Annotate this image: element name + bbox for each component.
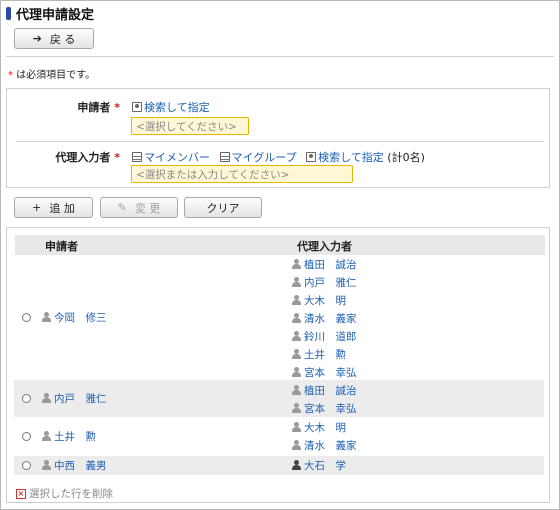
proxy-cell: 清水 義家 [292, 311, 357, 326]
proxy-cell: 土井 勲 [292, 347, 346, 362]
header-applicant: 申請者 [45, 240, 78, 253]
page-header: 代理申請設定 [6, 4, 95, 23]
row-select-radio[interactable] [22, 461, 31, 470]
proxy-search-link[interactable]: 検索して指定 [318, 151, 384, 164]
delete-x-icon: × [16, 488, 26, 499]
person-icon [292, 259, 301, 269]
person-icon [42, 431, 51, 441]
row-select-radio[interactable] [22, 432, 31, 441]
person-icon [42, 393, 51, 403]
person-icon [292, 440, 301, 450]
person-icon [42, 460, 51, 470]
group-list-icon [219, 152, 230, 162]
applicant-label: 申請者 * [77, 101, 120, 114]
delete-selected-row-button[interactable]: × 選択した行を削除 [16, 486, 113, 501]
table-header: 申請者 代理入力者 [15, 235, 545, 255]
applicant-cell: 内戸 雅仁 [42, 391, 107, 406]
applicant-select-field[interactable]: <選択してください> [131, 117, 249, 135]
header-proxy: 代理入力者 [297, 240, 352, 253]
proxy-cell: 大木 明 [292, 293, 346, 308]
back-button-label: 戻 る [49, 32, 76, 46]
person-icon [292, 385, 301, 395]
proxy-cell: 清水 義家 [292, 438, 357, 453]
person-icon [292, 295, 301, 305]
change-button[interactable]: ✎ 変 更 [100, 197, 178, 218]
person-icon [292, 331, 301, 341]
proxy-cell: 植田 誠治 [292, 257, 357, 272]
back-button[interactable]: ➔ 戻 る [14, 28, 94, 49]
plus-icon: + [32, 201, 42, 214]
proxy-cell: 内戸 雅仁 [292, 275, 357, 290]
arrow-left-icon: ➔ [32, 32, 42, 45]
proxy-label: 代理入力者 * [55, 151, 120, 164]
form-divider [16, 141, 544, 142]
required-note-text: は必須項目です。 [13, 70, 96, 81]
required-note: * は必須項目です。 [8, 66, 95, 81]
title-marker [6, 6, 11, 20]
proxy-links: マイメンバー マイグループ 検索して指定 (計0名) [132, 149, 425, 165]
page-title: 代理申請設定 [16, 7, 95, 23]
person-icon [292, 277, 301, 287]
person-icon [42, 312, 51, 322]
person-icon [292, 349, 301, 359]
applicant-cell: 土井 勲 [42, 429, 96, 444]
applicant-search-link-text[interactable]: 検索して指定 [144, 101, 210, 114]
divider [6, 56, 554, 57]
proxy-cell: 宮本 幸弘 [292, 365, 357, 380]
member-list-icon [132, 152, 142, 162]
proxy-count: (計0名) [387, 151, 425, 164]
person-icon [292, 313, 301, 323]
my-members-link[interactable]: マイメンバー [144, 151, 210, 164]
user-search-icon [132, 102, 142, 112]
row-select-radio[interactable] [22, 313, 31, 322]
clear-button[interactable]: クリア [184, 197, 262, 218]
pencil-icon: ✎ [117, 201, 127, 214]
applicant-cell: 中西 義男 [42, 458, 107, 473]
proxy-cell: 大石 学 [292, 458, 346, 473]
add-button[interactable]: + 追 加 [14, 197, 93, 218]
person-icon [292, 403, 301, 413]
proxy-cell: 宮本 幸弘 [292, 401, 357, 416]
applicant-search-link[interactable]: 検索して指定 [132, 99, 210, 115]
proxy-cell: 植田 誠治 [292, 383, 357, 398]
row-select-radio[interactable] [22, 394, 31, 403]
change-button-label: 変 更 [134, 201, 161, 215]
my-groups-link[interactable]: マイグループ [232, 151, 297, 164]
proxy-cell: 鈴川 道郎 [292, 329, 357, 344]
applicant-cell: 今岡 修三 [42, 310, 107, 325]
person-icon [292, 422, 301, 432]
clear-button-label: クリア [206, 201, 240, 215]
user-search-icon [306, 152, 317, 162]
proxy-cell: 大木 明 [292, 420, 346, 435]
person-icon [292, 367, 301, 377]
proxy-input-field[interactable]: <選択または入力してください> [131, 165, 353, 183]
delete-selected-label: 選択した行を削除 [29, 488, 113, 500]
person-icon [292, 460, 301, 470]
add-button-label: 追 加 [49, 201, 75, 215]
